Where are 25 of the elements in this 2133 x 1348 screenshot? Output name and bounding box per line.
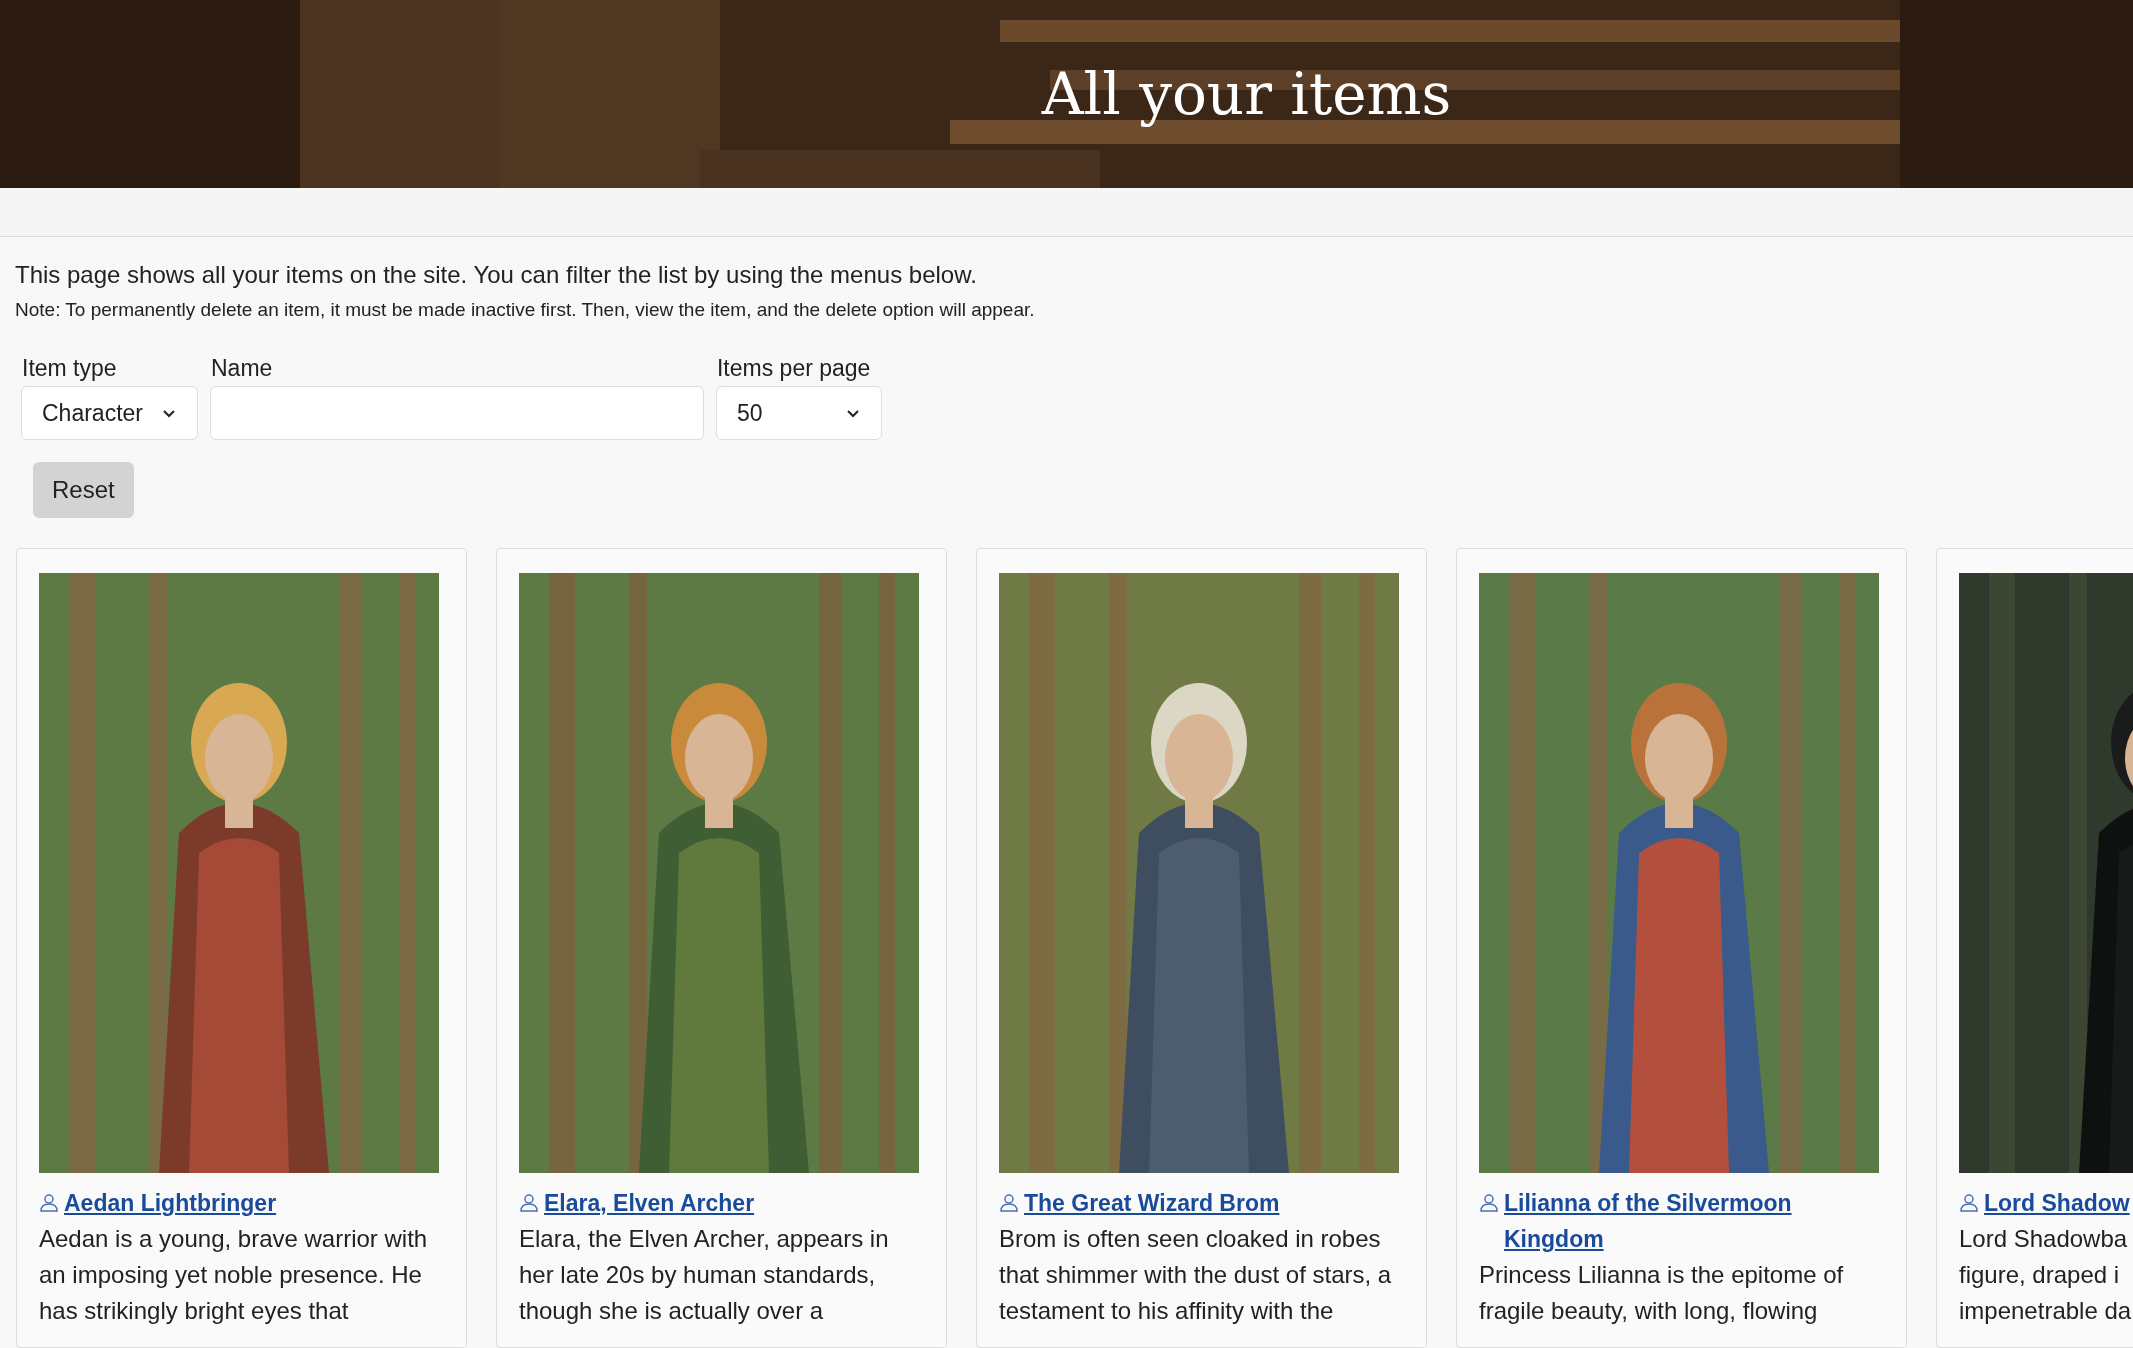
item-title-link[interactable]: Lord Shadow <box>1984 1185 2130 1221</box>
intro-text: This page shows all your items on the site. You can filter the list by using the menus below. <box>15 261 978 289</box>
reset-button[interactable]: Reset <box>33 462 134 518</box>
item-description: Brom is often seen cloaked in robes that shimmer with the dust of stars, a testament to his affinity with the <box>999 1224 1393 1326</box>
filter-label: Name <box>210 355 274 382</box>
item-description: Aedan is a young, brave warrior with an imposing yet noble presence. He has strikingly bright eyes that <box>39 1224 429 1326</box>
item-title-link[interactable]: Elara, Elven Archer <box>544 1185 755 1221</box>
person-icon <box>1959 1193 1979 1213</box>
person-icon <box>1479 1193 1499 1213</box>
item-description: Princess Lilianna is the epitome of fragile beauty, with long, flowing <box>1479 1260 1845 1326</box>
person-icon <box>519 1193 539 1213</box>
item-title-link[interactable]: Lilianna of the Silvermoon Kingdom <box>1504 1185 1884 1257</box>
page-title: All your items <box>1041 60 1452 128</box>
item-description: Elara, the Elven Archer, appears in her late 20s by human standards, though she is actually over a <box>519 1224 890 1326</box>
person-icon <box>39 1193 59 1213</box>
select-dropdown[interactable]: 50 <box>716 386 882 440</box>
item-title-link[interactable]: The Great Wizard Brom <box>1024 1185 1280 1221</box>
note-text: Note: To permanently delete an item, it must be made inactive first. Then, view the item, and the delete option will appear. <box>15 299 1036 321</box>
item-title-link[interactable]: Aedan Lightbringer <box>64 1185 277 1221</box>
select-dropdown[interactable]: Character <box>21 386 198 440</box>
name-field[interactable] <box>210 386 704 440</box>
person-icon <box>999 1193 1019 1213</box>
item-description: Lord Shadowba figure, draped i impenetrable da <box>1959 1224 2133 1326</box>
filter-label: Item type <box>21 355 118 382</box>
filter-label: Items per page <box>716 355 872 382</box>
